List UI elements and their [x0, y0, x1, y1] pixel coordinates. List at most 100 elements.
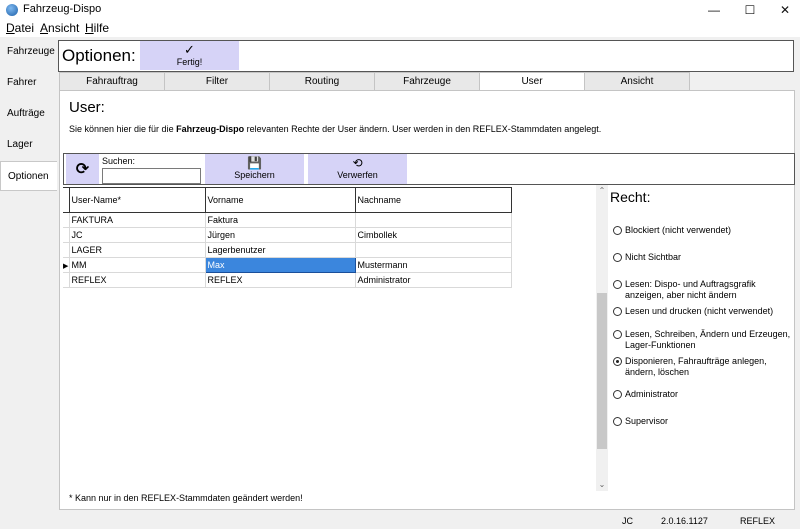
user-grid: User-Name* Vorname Nachname FAKTURA Fakt…: [63, 187, 514, 288]
status-user: JC: [622, 516, 633, 526]
window-title: Fahrzeug-Dispo: [23, 3, 102, 15]
tab-filter[interactable]: Filter: [164, 72, 270, 90]
minimize-button[interactable]: —: [697, 0, 731, 20]
info-text-prefix: Sie können hier die für die: [69, 124, 177, 134]
menu-bar: Datei Ansicht Hilfe: [0, 20, 800, 37]
scroll-up-icon[interactable]: ⌃: [596, 185, 608, 197]
radio-label: Supervisor: [625, 416, 669, 426]
cell-nachname[interactable]: Administrator: [354, 272, 512, 288]
radio-label: Nicht Sichtbar: [625, 252, 682, 262]
rights-scrollbar[interactable]: ⌃ ⌄: [596, 185, 608, 491]
cell-vorname[interactable]: Lagerbenutzer: [204, 242, 356, 258]
radio-circle-icon: [613, 307, 622, 316]
rights-heading: Recht:: [610, 189, 651, 205]
menu-hilfe[interactable]: Hilfe: [85, 21, 109, 35]
radio-nicht-sichtbar[interactable]: Nicht Sichtbar: [613, 252, 793, 263]
cell-nachname[interactable]: Mustermann: [354, 257, 512, 273]
status-database: REFLEX: [740, 516, 776, 526]
cell-user-name[interactable]: LAGER: [68, 242, 206, 258]
radio-circle-icon: [613, 253, 622, 262]
radio-administrator[interactable]: Administrator: [613, 389, 793, 400]
options-tabs: Fahrauftrag Filter Routing Fahrzeuge Use…: [59, 72, 794, 91]
side-item-auftraege[interactable]: Aufträge: [0, 99, 57, 129]
cell-vorname-selected[interactable]: Max: [204, 257, 356, 273]
footnote: * Kann nur in den REFLEX-Stammdaten geän…: [69, 493, 303, 503]
radio-label: Lesen und drucken (nicht verwendet): [625, 306, 774, 316]
menu-datei[interactable]: Datei: [6, 21, 34, 35]
radio-label: Administrator: [625, 389, 679, 399]
radio-lesen[interactable]: Lesen: Dispo- und Auftragsgrafik anzeige…: [613, 279, 793, 301]
page-title: Optionen:: [62, 46, 136, 65]
radio-circle-icon: [613, 280, 622, 289]
radio-lesen-schreiben[interactable]: Lesen, Schreiben, Ändern und Erzeugen, L…: [613, 329, 793, 351]
cell-user-name[interactable]: JC: [68, 227, 206, 243]
side-item-fahrzeuge[interactable]: Fahrzeuge: [0, 37, 57, 67]
table-row[interactable]: REFLEX REFLEX Administrator: [63, 272, 512, 288]
done-button-label: Fertig!: [176, 57, 203, 67]
cell-vorname[interactable]: Faktura: [204, 212, 356, 228]
grid-header-row: User-Name* Vorname Nachname: [63, 187, 512, 213]
radio-disponieren[interactable]: Disponieren, Fahraufträge anlegen, änder…: [613, 356, 793, 378]
info-text-suffix: relevanten Rechte der User ändern. User …: [244, 124, 602, 134]
column-header-user-name[interactable]: User-Name*: [68, 187, 206, 213]
user-heading: User:: [69, 99, 105, 116]
title-bar: Fahrzeug-Dispo — ☐ ✕: [0, 0, 800, 20]
close-button[interactable]: ✕: [768, 0, 800, 20]
discard-button[interactable]: ⟲ Verwerfen: [308, 154, 407, 184]
tab-fahrzeuge[interactable]: Fahrzeuge: [374, 72, 480, 90]
side-item-lager[interactable]: Lager: [0, 130, 57, 160]
table-row[interactable]: ▶ MM Max Mustermann: [63, 257, 512, 273]
cell-user-name[interactable]: MM: [68, 257, 206, 273]
cell-vorname[interactable]: Jürgen: [204, 227, 356, 243]
radio-selected-icon: [613, 357, 622, 366]
radio-circle-icon: [613, 417, 622, 426]
refresh-button[interactable]: ⟳: [66, 154, 99, 184]
scroll-thumb[interactable]: [597, 293, 607, 449]
floppy-disk-icon: 💾: [247, 156, 262, 170]
refresh-icon: ⟳: [75, 161, 90, 178]
maximize-button[interactable]: ☐: [733, 0, 767, 20]
radio-label: Lesen, Schreiben, Ändern und Erzeugen, L…: [625, 329, 791, 350]
discard-button-label: Verwerfen: [337, 170, 378, 180]
table-row[interactable]: JC Jürgen Cimbollek: [63, 227, 512, 243]
tab-ansicht[interactable]: Ansicht: [584, 72, 690, 90]
tab-fahrauftrag[interactable]: Fahrauftrag: [59, 72, 165, 90]
menu-ansicht[interactable]: Ansicht: [40, 21, 79, 35]
column-header-nachname[interactable]: Nachname: [354, 187, 512, 213]
tab-routing[interactable]: Routing: [269, 72, 375, 90]
radio-supervisor[interactable]: Supervisor: [613, 416, 793, 427]
options-header: Optionen: ✓ Fertig!: [58, 40, 794, 72]
cell-user-name[interactable]: REFLEX: [68, 272, 206, 288]
undo-icon: ⟲: [352, 156, 363, 170]
column-header-vorname[interactable]: Vorname: [204, 187, 356, 213]
radio-circle-icon: [613, 226, 622, 235]
radio-circle-icon: [613, 390, 622, 399]
cell-nachname[interactable]: Cimbollek: [354, 227, 512, 243]
user-toolbar: ⟳ Suchen: 💾 Speichern ⟲ Verwerfen: [63, 153, 795, 185]
app-globe-icon: [6, 4, 18, 16]
cell-nachname[interactable]: [354, 212, 512, 228]
cell-vorname[interactable]: REFLEX: [204, 272, 356, 288]
tab-user[interactable]: User: [479, 72, 585, 91]
current-row-arrow-icon: ▶: [63, 263, 69, 270]
search-label: Suchen:: [102, 156, 136, 166]
radio-label: Blockiert (nicht verwendet): [625, 225, 732, 235]
save-button-label: Speichern: [234, 170, 275, 180]
info-text-app-name: Fahrzeug-Dispo: [176, 124, 245, 134]
table-row[interactable]: FAKTURA Faktura: [63, 212, 512, 228]
done-button[interactable]: ✓ Fertig!: [140, 41, 239, 70]
cell-nachname[interactable]: [354, 242, 512, 258]
status-bar: JC 2.0.16.1127 REFLEX: [0, 512, 800, 529]
table-row[interactable]: LAGER Lagerbenutzer: [63, 242, 512, 258]
save-button[interactable]: 💾 Speichern: [205, 154, 304, 184]
search-input[interactable]: [102, 168, 201, 184]
cell-user-name[interactable]: FAKTURA: [68, 212, 206, 228]
side-item-optionen[interactable]: Optionen: [0, 161, 57, 191]
side-item-fahrer[interactable]: Fahrer: [0, 68, 57, 98]
user-info-text: Sie können hier die für die Fahrzeug-Dis…: [69, 124, 601, 134]
scroll-down-icon[interactable]: ⌄: [596, 479, 608, 491]
user-tab-content: User: Sie können hier die für die Fahrze…: [59, 90, 795, 510]
radio-circle-icon: [613, 330, 622, 339]
radio-blockiert[interactable]: Blockiert (nicht verwendet): [613, 225, 793, 236]
radio-lesen-drucken[interactable]: Lesen und drucken (nicht verwendet): [613, 306, 793, 317]
